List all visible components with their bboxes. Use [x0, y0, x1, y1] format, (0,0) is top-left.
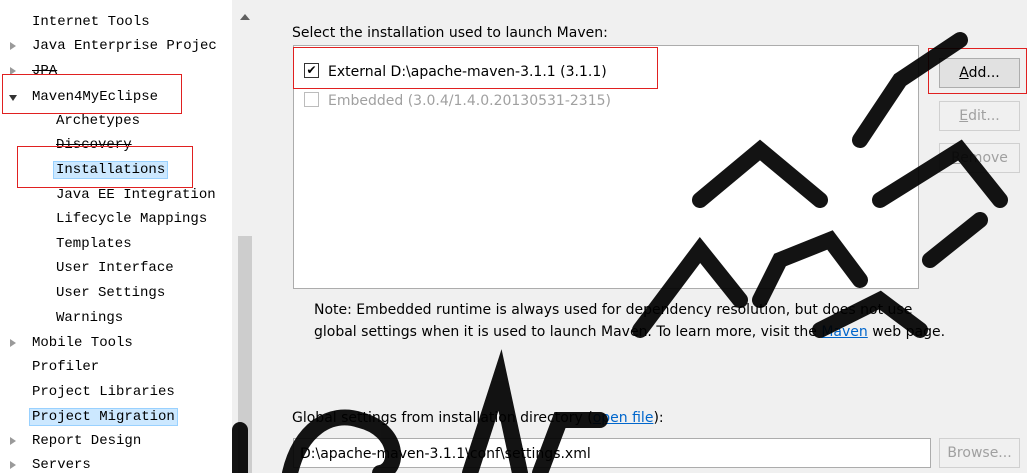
installation-row-embedded[interactable]: Embedded (3.0.4/1.4.0.20130531-2315) [304, 90, 611, 112]
highlight-box-external-installation [293, 47, 658, 89]
scrollbar-thumb[interactable] [238, 236, 252, 473]
remove-button[interactable]: Remove [939, 143, 1020, 173]
scroll-up-arrow-icon[interactable] [240, 14, 250, 20]
tree-scrollbar[interactable] [232, 0, 258, 473]
tree-item-profiler[interactable]: Profiler [32, 356, 99, 378]
tree-item-user-settings[interactable]: User Settings [56, 282, 165, 304]
tree-item-project-migration[interactable]: Project Migration [29, 406, 178, 428]
installations-heading: Select the installation used to launch M… [292, 25, 608, 41]
tree-item-warnings[interactable]: Warnings [56, 307, 123, 329]
expand-arrow-icon[interactable] [10, 339, 16, 347]
preferences-tree: Internet Tools Java Enterprise Projec JP… [0, 0, 258, 473]
tree-item-servers[interactable]: Servers [10, 454, 91, 473]
global-settings-label: Global settings from installation direct… [292, 410, 664, 426]
tree-item-report-design[interactable]: Report Design [10, 430, 141, 452]
open-file-link[interactable]: open file [593, 410, 654, 426]
tree-item-java-enterprise[interactable]: Java Enterprise Projec [10, 35, 217, 57]
maven-installations-page: Select the installation used to launch M… [272, 0, 1027, 473]
installation-checkbox-embedded[interactable] [304, 91, 319, 107]
edit-button[interactable]: Edit... [939, 101, 1020, 131]
browse-button[interactable]: Browse... [939, 438, 1020, 468]
tree-item-internet-tools[interactable]: Internet Tools [32, 11, 150, 33]
pane-divider[interactable] [258, 0, 272, 473]
tree-item-lifecycle-mappings[interactable]: Lifecycle Mappings [56, 208, 207, 230]
tree-item-project-libraries[interactable]: Project Libraries [32, 381, 175, 403]
expand-arrow-icon[interactable] [10, 42, 16, 50]
tree-item-templates[interactable]: Templates [56, 233, 132, 255]
highlight-box-maven4myeclipse [2, 74, 182, 114]
tree-item-mobile-tools[interactable]: Mobile Tools [10, 332, 133, 354]
highlight-box-installations [17, 146, 193, 188]
embedded-runtime-note: Note: Embedded runtime is always used fo… [314, 302, 946, 340]
highlight-box-add-button [928, 48, 1027, 94]
tree-item-user-interface[interactable]: User Interface [56, 257, 174, 279]
maven-link[interactable]: Maven [821, 324, 867, 340]
global-settings-path-field[interactable]: D:\apache-maven-3.1.1\conf\settings.xml [293, 438, 931, 468]
expand-arrow-icon[interactable] [10, 461, 16, 469]
expand-arrow-icon[interactable] [10, 437, 16, 445]
